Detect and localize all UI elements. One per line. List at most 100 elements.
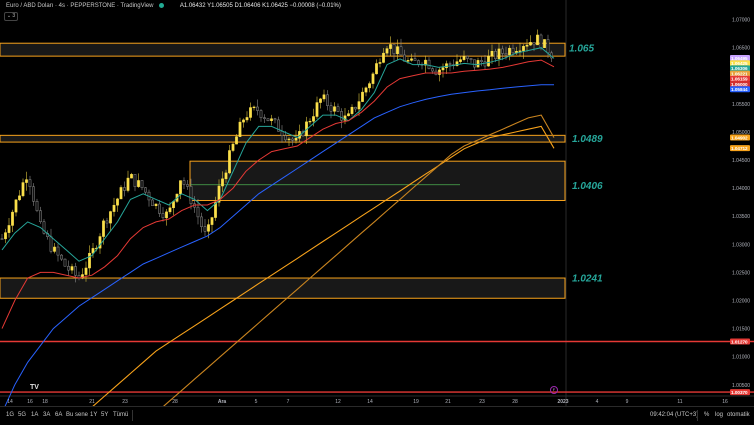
candle	[158, 203, 161, 214]
log-scale-toggle[interactable]: log	[715, 412, 723, 418]
time-tick-label: 21	[445, 399, 451, 405]
candle	[266, 118, 270, 122]
candle	[179, 180, 182, 195]
candle	[476, 60, 480, 68]
candle	[207, 224, 210, 232]
time-tick-label: 7	[287, 399, 290, 405]
time-tick-label: 28	[512, 399, 518, 405]
candle	[354, 106, 357, 110]
time-tick-label: 14	[367, 399, 373, 405]
candle	[319, 98, 322, 103]
timeframe-1a[interactable]: 1A	[31, 412, 38, 418]
candle	[322, 94, 326, 100]
candle	[329, 105, 333, 112]
candle	[35, 201, 39, 211]
price-tick-label: 1.03500	[732, 214, 750, 220]
candle	[182, 180, 186, 185]
time-tick-label: 19	[413, 399, 419, 405]
candle	[189, 186, 193, 205]
price-tick-label: 1.07000	[732, 18, 750, 24]
level-label-2: 1.0406	[572, 181, 603, 192]
candle	[186, 184, 189, 187]
price-tag-label: 1.04712	[731, 146, 748, 151]
candle	[49, 236, 53, 252]
candle	[172, 201, 175, 209]
candle	[151, 199, 154, 206]
price-tick-label: 1.06500	[732, 46, 750, 52]
timeframe-ytd[interactable]: Bu sene	[66, 412, 88, 418]
timeframe-3a[interactable]: 3A	[43, 412, 50, 418]
candle	[270, 118, 273, 122]
candle	[4, 232, 7, 240]
toolbar-divider	[132, 410, 133, 421]
candle	[140, 180, 144, 188]
level-label-1: 1.0489	[572, 134, 603, 145]
time-tick-label: 4	[596, 399, 599, 405]
tradingview-logo[interactable]: TV	[30, 384, 39, 391]
percent-scale-toggle[interactable]: %	[704, 412, 709, 418]
candle	[378, 62, 382, 64]
symbol-title[interactable]: Euro / ABD Doları · 4s · PEPPERSTONE · T…	[6, 3, 154, 9]
candle	[497, 48, 501, 60]
candle	[518, 50, 522, 52]
candle	[165, 211, 168, 219]
candle	[231, 143, 235, 151]
candle	[63, 258, 67, 267]
clock-timezone[interactable]: 09:42:04 (UTC+3)	[650, 412, 698, 418]
candle	[336, 106, 340, 112]
timeframe-1y[interactable]: 1Y	[90, 412, 97, 418]
candle	[469, 58, 473, 60]
timeframe-5y[interactable]: 5Y	[101, 412, 108, 418]
event-marker-icon[interactable]: F	[550, 386, 558, 394]
candle	[333, 106, 336, 112]
candle	[60, 254, 63, 260]
candle	[235, 136, 238, 145]
candle	[133, 174, 137, 187]
toolbar-divider	[697, 410, 698, 421]
time-tick-label: 23	[479, 399, 485, 405]
timeframe-all[interactable]: Tümü	[113, 412, 128, 418]
candle	[539, 34, 543, 48]
candle	[112, 204, 116, 212]
candle	[88, 252, 91, 269]
candle	[312, 116, 315, 122]
candle	[410, 58, 413, 61]
candle	[39, 210, 42, 223]
candle	[357, 101, 361, 110]
candle	[25, 179, 28, 183]
candle	[315, 102, 319, 117]
candle	[501, 48, 504, 54]
candle	[196, 206, 200, 218]
candle	[116, 198, 119, 206]
timeframe-5g[interactable]: 5G	[18, 412, 26, 418]
candle	[161, 213, 165, 219]
indicators-collapse-button[interactable]: ⌄ 3	[4, 12, 18, 21]
candle	[441, 67, 445, 71]
time-tick-label: 11	[677, 399, 682, 405]
candle	[32, 186, 35, 202]
candle	[84, 267, 88, 275]
candle	[462, 56, 466, 60]
candle	[525, 44, 529, 47]
candle	[490, 51, 494, 57]
price-tag-label: 1.01270	[731, 339, 748, 344]
candle	[536, 34, 539, 46]
candle	[105, 220, 109, 224]
candle	[389, 44, 392, 49]
price-tick-label: 1.02000	[732, 299, 750, 305]
candle	[154, 203, 158, 206]
candle	[406, 60, 410, 62]
candle	[392, 44, 396, 55]
candle	[67, 265, 70, 271]
time-tick-label: 5	[255, 399, 258, 405]
timeframe-6a[interactable]: 6A	[55, 412, 62, 418]
candle	[273, 118, 277, 121]
auto-scale-toggle[interactable]: otomatik	[727, 412, 750, 418]
candle	[466, 56, 469, 59]
timeframe-1g[interactable]: 1G	[6, 412, 14, 418]
level-label-0: 1.065	[569, 44, 594, 55]
candle	[56, 246, 60, 256]
price-chart[interactable]: 1.065 1.0489 1.0406 1.0241 1.07000 1.06500 1.0…	[0, 0, 754, 424]
candle	[249, 107, 252, 118]
candle	[494, 51, 497, 60]
